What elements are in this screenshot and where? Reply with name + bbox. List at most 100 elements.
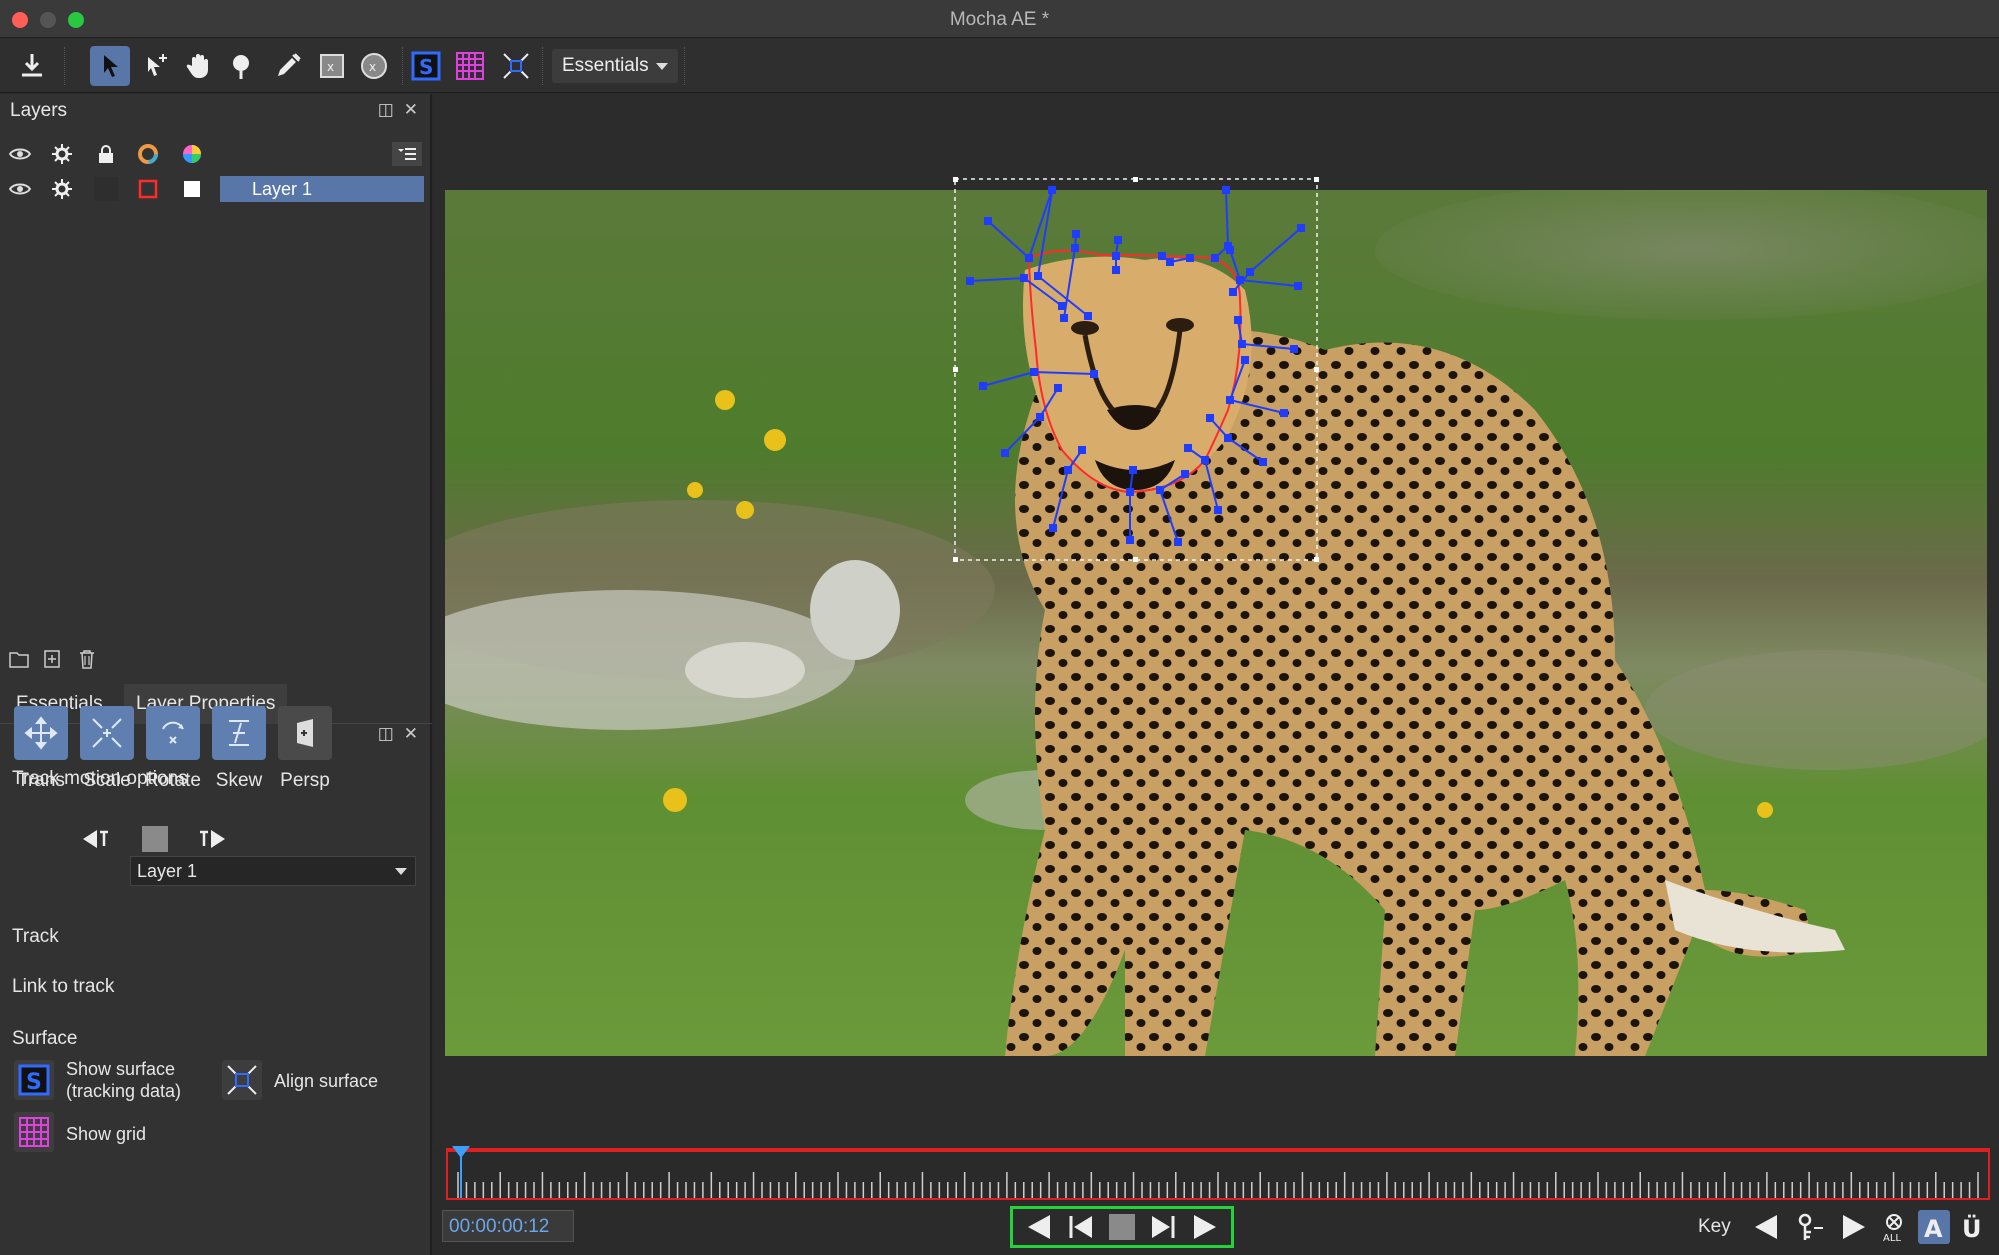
new-folder-button[interactable]: [6, 646, 32, 672]
pen-icon: [278, 53, 301, 76]
show-grid-toggle[interactable]: [450, 46, 490, 86]
play-forward-button[interactable]: [1188, 1211, 1220, 1243]
rectangle-tool-button[interactable]: x: [312, 46, 352, 86]
delete-all-keyframes-button[interactable]: ALL: [1878, 1210, 1910, 1244]
step-backward-button[interactable]: [1065, 1211, 1097, 1243]
matte-color-column-icon[interactable]: [180, 142, 204, 166]
layer-menu-button[interactable]: [392, 142, 422, 166]
lock-icon: [99, 145, 113, 163]
align-surface-button[interactable]: [222, 1060, 262, 1100]
layers-panel-title: Layers: [10, 100, 68, 121]
lock-column-icon[interactable]: [94, 142, 118, 166]
add-keyframe-button[interactable]: [1794, 1210, 1826, 1244]
color-ring-icon: [138, 144, 158, 164]
export-button[interactable]: [12, 46, 52, 86]
show-surface-label: Show surface (tracking data): [66, 1059, 182, 1101]
next-keyframe-button[interactable]: [1838, 1210, 1870, 1244]
color-wheel-icon: [183, 145, 201, 163]
rectangle-x-icon: x: [320, 54, 344, 78]
chevron-down-icon: [395, 868, 407, 875]
red-square-icon: [138, 179, 158, 199]
skew-icon: [229, 720, 249, 746]
skew-label: Skew: [215, 770, 263, 791]
color-column-icon[interactable]: [136, 142, 160, 166]
hand-tool-button[interactable]: [178, 46, 218, 86]
persp-label: Persp: [280, 770, 330, 791]
scale-toggle[interactable]: [80, 706, 134, 760]
timeline-ruler[interactable]: [446, 1146, 1990, 1200]
undock-icon[interactable]: ◫: [378, 100, 394, 119]
delete-layer-button[interactable]: [74, 646, 100, 672]
surface-s-icon: S: [18, 1064, 50, 1096]
add-point-tool-button[interactable]: [136, 46, 176, 86]
triangle-left-icon: [1755, 1215, 1777, 1239]
layer-matte-swatch[interactable]: [180, 177, 204, 201]
layer-lock-toggle[interactable]: [94, 177, 118, 201]
duplicate-layer-button[interactable]: [40, 646, 66, 672]
track-backwards-button[interactable]: [80, 824, 110, 854]
playhead[interactable]: [452, 1146, 470, 1198]
hand-icon: [186, 54, 208, 78]
layer-column-headers: [0, 138, 432, 170]
chevron-down-icon: [656, 63, 668, 70]
scale-icon: [92, 718, 122, 748]
play-backward-icon: [1027, 1215, 1050, 1239]
spline-tool-button[interactable]: [268, 46, 308, 86]
link-to-track-select[interactable]: Layer 1: [130, 856, 416, 886]
eye-icon[interactable]: [8, 177, 32, 201]
scale-label: Scale: [83, 770, 131, 791]
pointer-plus-icon: [148, 54, 167, 76]
align-surface-button[interactable]: [496, 46, 536, 86]
play-backward-button[interactable]: [1024, 1211, 1056, 1243]
pick-tool-button[interactable]: [90, 46, 130, 86]
zoom-tool-button[interactable]: [222, 46, 262, 86]
previous-keyframe-button[interactable]: [1750, 1210, 1782, 1244]
delete-all-keys-icon: ALL: [1883, 1214, 1902, 1242]
clip-frame[interactable]: [445, 190, 1987, 1056]
layer-row[interactable]: Layer 1: [0, 174, 432, 204]
translation-toggle[interactable]: [14, 706, 68, 760]
cog-column-icon[interactable]: [50, 142, 74, 166]
align-surface-label: Align surface: [274, 1071, 379, 1091]
perspective-toggle[interactable]: [278, 706, 332, 760]
folder-icon: [9, 652, 29, 668]
grid-icon: [19, 1117, 49, 1147]
grid-icon: [456, 52, 484, 80]
arrow-pointer-icon: [104, 55, 118, 77]
step-forward-icon: [1152, 1216, 1175, 1238]
triangle-right-icon: [1843, 1215, 1865, 1239]
key-icon: [1798, 1213, 1823, 1240]
undock-icon[interactable]: ◫: [378, 724, 394, 743]
close-icon[interactable]: ✕: [404, 724, 418, 743]
show-surface-button[interactable]: S: [14, 1060, 54, 1100]
rotate-toggle[interactable]: [146, 706, 200, 760]
update-keyframes-button[interactable]: Ü: [1956, 1210, 1988, 1244]
layer-color-swatch[interactable]: [136, 177, 160, 201]
show-grid-label: Show grid: [66, 1124, 147, 1144]
trans-label: Trans: [17, 770, 65, 791]
link-to-track-value: Layer 1: [137, 861, 198, 881]
rotate-icon: [162, 721, 184, 744]
skew-toggle[interactable]: [212, 706, 266, 760]
link-to-track-label: Link to track: [12, 976, 115, 997]
surface-s-icon: S: [411, 51, 441, 81]
stop-icon: [1108, 1214, 1135, 1240]
track-forwards-button[interactable]: [198, 824, 228, 854]
workspace-select[interactable]: Essentials: [552, 49, 678, 83]
track-label: Track: [12, 926, 59, 947]
timecode-field[interactable]: 00:00:00:12: [442, 1210, 574, 1242]
track-backward-icon: [83, 830, 108, 848]
stop-button[interactable]: [1106, 1211, 1138, 1243]
visibility-column-icon[interactable]: [8, 142, 32, 166]
stop-tracking-button[interactable]: [140, 824, 170, 854]
show-grid-button[interactable]: [14, 1112, 54, 1152]
gear-icon[interactable]: [50, 177, 74, 201]
magnifier-icon: [233, 55, 249, 79]
trash-icon: [80, 650, 94, 669]
close-icon[interactable]: ✕: [404, 100, 418, 119]
autokey-toggle[interactable]: A: [1918, 1210, 1950, 1244]
ellipse-tool-button[interactable]: x: [354, 46, 394, 86]
step-forward-button[interactable]: [1147, 1211, 1179, 1243]
layer-name[interactable]: Layer 1: [220, 176, 424, 202]
show-surface-toggle[interactable]: S: [406, 46, 446, 86]
